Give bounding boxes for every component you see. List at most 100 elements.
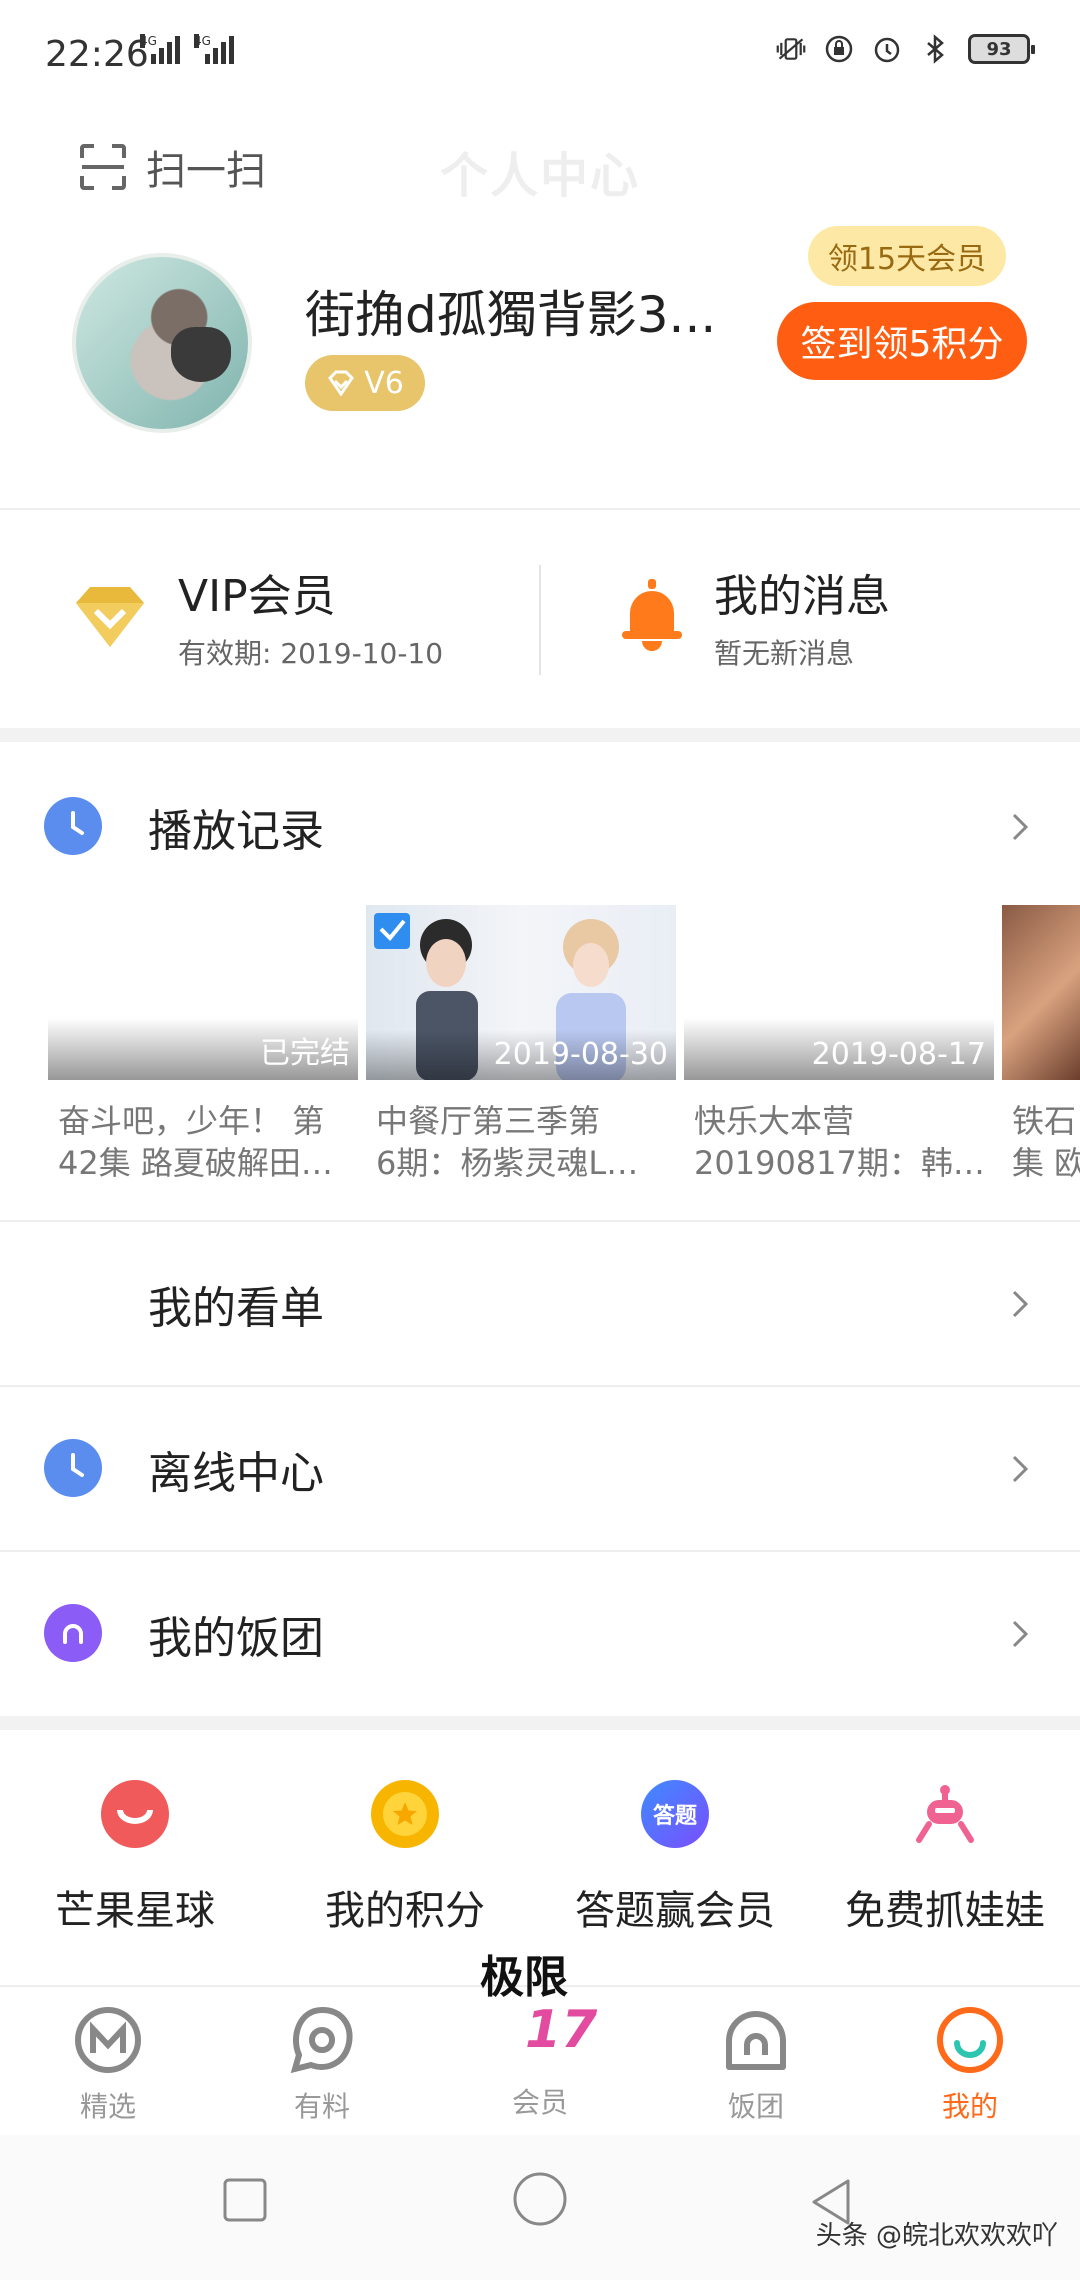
- play-history-row[interactable]: 播放记录: [0, 745, 1080, 909]
- tab-label: 有料: [293, 2090, 350, 2123]
- fantuan-row[interactable]: 我的饭团: [0, 1552, 1080, 1716]
- home-button[interactable]: [512, 2171, 568, 2227]
- status-time: 22:26: [45, 34, 149, 75]
- page-title: 个人中心: [439, 148, 640, 204]
- play-history-list: 已完结 奋斗吧，少年！ 第 42集 路夏破解田… 2019-08-30 中餐厅第…: [0, 905, 1080, 1195]
- tab-vip[interactable]: 极限 17 会员: [440, 1952, 640, 2137]
- feature-label: 免费抓娃娃: [845, 1888, 1045, 1934]
- chevron-right-icon: [1012, 813, 1029, 841]
- tab-label: 精选: [79, 2090, 136, 2123]
- watchlist-row[interactable]: 我的看单: [0, 1222, 1080, 1386]
- section-divider: [0, 728, 1080, 742]
- history-title-line: 20190817期：韩…: [694, 1144, 984, 1182]
- history-thumbnail: 2019-08-30: [366, 905, 676, 1080]
- diamond-icon: [328, 370, 355, 396]
- vip-membership-entry[interactable]: VIP会员 有效期: 2019-10-10: [72, 560, 443, 672]
- header: 扫一扫 个人中心: [0, 120, 1080, 210]
- network-type-label: 4G: [194, 34, 211, 48]
- history-title-line: 铁石: [1012, 1102, 1077, 1140]
- vip-expiry: 有效期: 2019-10-10: [178, 637, 444, 670]
- fantuan-icon: [44, 1604, 102, 1662]
- bottom-tab-bar: 精选 有料 极限 17 会员 饭团 我的: [0, 1952, 1080, 2137]
- feature-label: 答题赢会员: [575, 1888, 775, 1934]
- watchlist-label: 我的看单: [148, 1283, 324, 1334]
- battery-icon: 93: [968, 34, 1035, 64]
- username[interactable]: 街捔d孤獨背影3...: [305, 275, 716, 347]
- history-stamp: 2019-08-17: [811, 1037, 986, 1072]
- messages-title: 我的消息: [714, 571, 890, 622]
- vip-logo-text: 极限: [480, 1952, 568, 2003]
- section-divider: [0, 1716, 1080, 1730]
- tab-featured[interactable]: 精选: [8, 1987, 208, 2137]
- divider: [0, 508, 1080, 510]
- network-type-label: 4G: [140, 34, 157, 48]
- status-icons: 93: [776, 34, 1035, 64]
- history-title-line: 42集 路夏破解田…: [58, 1144, 333, 1182]
- vip-coupon-bubble[interactable]: 领15天会员: [808, 226, 1006, 286]
- clock-icon: [44, 797, 102, 855]
- watermark: 头条 @皖北欢欢欢吖: [815, 2221, 1058, 2251]
- fantuan-label: 我的饭团: [148, 1613, 324, 1664]
- claw-machine-icon: [911, 1780, 979, 1848]
- vip-logo-number: 17: [525, 2000, 598, 2057]
- history-card[interactable]: 2019-08-17 快乐大本营 20190817期：韩…: [684, 905, 994, 1184]
- feature-claw-machine[interactable]: 免费抓娃娃: [810, 1780, 1080, 1936]
- vip-diamond-icon: [76, 587, 144, 647]
- mango-planet-icon: [101, 1780, 169, 1848]
- alarm-icon: [872, 34, 902, 64]
- status-bar: 22:26 4G 4G 93: [0, 0, 1080, 110]
- history-stamp: 2019-08-30: [493, 1037, 668, 1072]
- rotation-lock-icon: [824, 34, 854, 64]
- offline-center-label: 离线中心: [148, 1448, 324, 1499]
- tab-label: 饭团: [727, 2090, 784, 2123]
- bell-icon: [622, 579, 682, 651]
- history-card[interactable]: 2019-08-30 中餐厅第三季第 6期：杨紫灵魂L…: [366, 905, 676, 1184]
- history-thumbnail: [1002, 905, 1080, 1080]
- vip-title: VIP会员: [178, 571, 336, 622]
- messages-entry[interactable]: 我的消息 暂无新消息: [620, 560, 890, 672]
- history-title-line: 中餐厅第三季第: [376, 1102, 601, 1140]
- history-title-line: 集 欧: [1012, 1144, 1080, 1182]
- chevron-right-icon: [1012, 1290, 1029, 1318]
- feature-my-points[interactable]: 我的积分: [270, 1780, 540, 1936]
- recent-apps-button[interactable]: [222, 2177, 268, 2223]
- divider: [539, 565, 541, 675]
- signal-icon: 4G: [194, 34, 234, 64]
- feature-quiz[interactable]: 答题 答题赢会员: [540, 1780, 810, 1936]
- chevron-right-icon: [1012, 1620, 1029, 1648]
- clock-icon: [44, 1439, 102, 1497]
- featured-icon: [75, 2007, 141, 2073]
- history-stamp: 已完结: [260, 1036, 350, 1071]
- vibrate-icon: [776, 34, 806, 64]
- tab-discover[interactable]: 有料: [222, 1987, 422, 2137]
- level-badge[interactable]: V6: [305, 355, 425, 411]
- tab-label: 会员: [511, 2086, 568, 2119]
- history-thumbnail: 2019-08-17: [684, 905, 994, 1080]
- star-coin-icon: [371, 1780, 439, 1848]
- fantuan-icon: [726, 2011, 786, 2070]
- history-thumbnail: 已完结: [48, 905, 358, 1080]
- history-title-line: 6期：杨紫灵魂L…: [376, 1144, 639, 1182]
- signal-indicators: 4G 4G: [140, 34, 234, 64]
- offline-center-row[interactable]: 离线中心: [0, 1387, 1080, 1551]
- tab-label: 我的: [941, 2090, 998, 2123]
- feature-label: 我的积分: [325, 1888, 485, 1934]
- history-card[interactable]: 铁石 集 欧: [1002, 905, 1080, 1184]
- quiz-icon-text: 答题: [652, 1804, 697, 1829]
- level-label: V6: [364, 365, 404, 401]
- feature-label: 芒果星球: [55, 1888, 215, 1934]
- history-title-line: 奋斗吧，少年！ 第: [58, 1102, 325, 1140]
- vip-icon: 极限 17: [480, 1952, 598, 2057]
- history-card[interactable]: 已完结 奋斗吧，少年！ 第 42集 路夏破解田…: [48, 905, 358, 1184]
- messages-status: 暂无新消息: [714, 637, 855, 670]
- feature-mango-planet[interactable]: 芒果星球: [0, 1780, 270, 1936]
- tab-profile[interactable]: 我的: [870, 1987, 1070, 2137]
- quiz-icon: 答题: [641, 1780, 709, 1848]
- tab-fantuan[interactable]: 饭团: [656, 1987, 856, 2137]
- chevron-right-icon: [1012, 1455, 1029, 1483]
- checkin-button[interactable]: 签到领5积分: [777, 302, 1027, 380]
- bluetooth-icon: [920, 34, 950, 64]
- play-history-label: 播放记录: [148, 806, 324, 857]
- avatar[interactable]: [72, 253, 252, 433]
- system-nav-bar: 头条 @皖北欢欢欢吖: [0, 2135, 1080, 2280]
